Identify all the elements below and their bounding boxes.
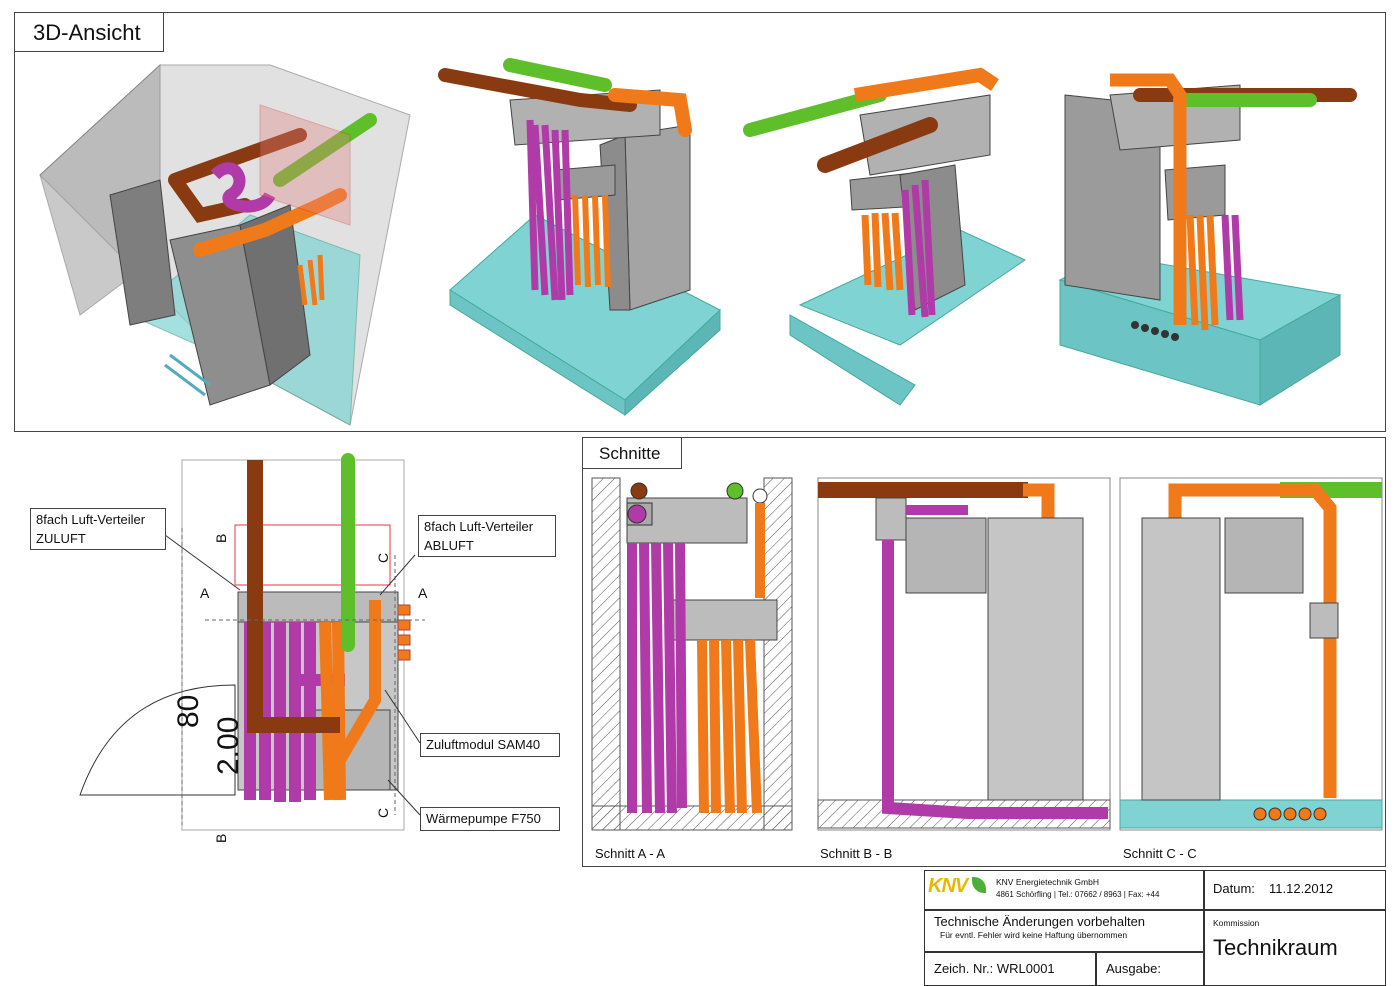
3d-view-2 [438, 58, 721, 417]
drawing-number: Zeich. Nr.: WRL0001 [934, 961, 1055, 976]
dimension-200: 2.00 [212, 716, 245, 775]
callout-zuluft-line2: ZULUFT [36, 531, 86, 546]
top-panel-title: 3D-Ansicht [33, 20, 141, 45]
notice-title: Technische Änderungen vorbehalten [934, 914, 1146, 929]
section-marker-a-right: A [418, 585, 428, 601]
callout-zuluftmodul: Zuluftmodul SAM40 [420, 733, 560, 757]
callout-abluft: 8fach Luft-Verteiler ABLUFT [418, 515, 556, 557]
3d-view-1 [39, 63, 411, 426]
date-label: Datum: [1213, 881, 1255, 896]
section-c-drawing [1119, 477, 1383, 831]
3d-view-3 [743, 67, 1027, 406]
company-logo-text: KNV [928, 875, 968, 897]
top-panel-title-box: 3D-Ansicht [14, 12, 164, 52]
section-b-label: Schnitt B - B [820, 846, 893, 861]
callout-zuluft: 8fach Luft-Verteiler ZULUFT [30, 508, 166, 550]
issue-label: Ausgabe: [1106, 961, 1161, 976]
3d-view-4 [1058, 73, 1357, 406]
section-marker-c-top: C [375, 552, 391, 563]
section-marker-c-bottom: C [375, 807, 391, 818]
company-name: KNV Energietechnik GmbH [996, 877, 1099, 887]
commission-label: Kommission [1213, 918, 1260, 928]
company-logo: KNV [928, 875, 988, 905]
plan-view [79, 453, 425, 831]
dimension-80: 80 [172, 694, 205, 728]
section-a-label: Schnitt A - A [595, 846, 666, 861]
section-c-label: Schnitt C - C [1123, 846, 1197, 861]
callout-zuluftmodul-text: Zuluftmodul SAM40 [426, 737, 541, 752]
callout-waermepumpe-text: Wärmepumpe F750 [426, 811, 541, 826]
section-marker-b-bottom: B [213, 833, 229, 843]
notice-subtitle: Für evntl. Fehler wird keine Haftung übe… [940, 930, 1128, 940]
section-a-drawing [591, 477, 793, 831]
section-marker-b-top: B [213, 533, 229, 543]
date-value: 11.12.2012 [1269, 881, 1334, 896]
company-address: 4861 Schörfling | Tel.: 07662 / 8963 | F… [996, 890, 1160, 899]
callout-zuluft-line1: 8fach Luft-Verteiler [36, 512, 146, 527]
leaf-icon [972, 877, 986, 893]
callout-abluft-line2: ABLUFT [424, 538, 474, 553]
section-b-drawing [817, 477, 1111, 831]
sections-title-box: Schnitte [582, 437, 682, 469]
callout-waermepumpe: Wärmepumpe F750 [420, 807, 560, 831]
sections-title: Schnitte [599, 444, 661, 463]
section-marker-a-left: A [200, 585, 210, 601]
callout-abluft-line1: 8fach Luft-Verteiler [424, 519, 534, 534]
commission-value: Technikraum [1213, 935, 1338, 960]
